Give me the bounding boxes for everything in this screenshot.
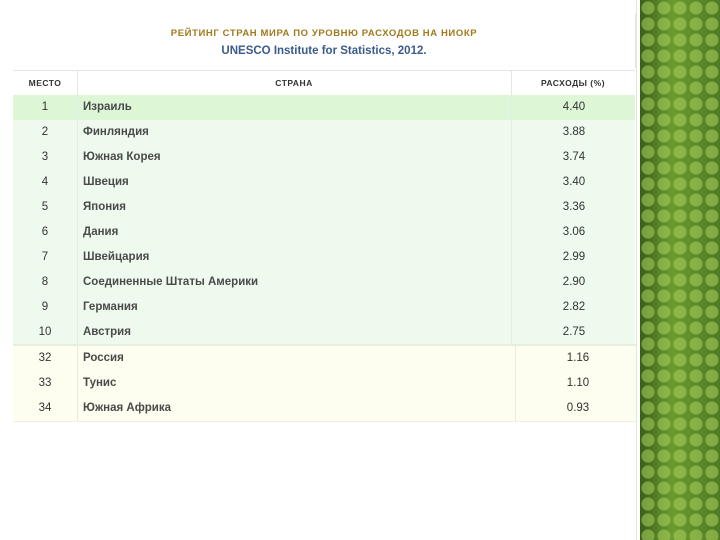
- group-separator: [13, 344, 639, 346]
- rank-cell: 7: [13, 245, 78, 270]
- rank-cell: 8: [13, 270, 78, 295]
- country-cell: Соединенные Штаты Америки: [83, 276, 259, 288]
- rank-cell: 9: [13, 295, 78, 320]
- country-cell: Швеция: [83, 176, 129, 188]
- country-cell: Южная Африка: [83, 402, 172, 414]
- country-cell: Южная Корея: [83, 151, 161, 163]
- table-row: 8 Соединенные Штаты Америки 2.90: [13, 270, 635, 296]
- column-header-country: СТРАНА: [77, 71, 512, 95]
- table-row: 7 Швейцария 2.99: [13, 245, 635, 271]
- country-cell: Германия: [83, 301, 138, 313]
- country-cell: Швейцария: [83, 251, 150, 263]
- column-header-row: МЕСТО СТРАНА РАСХОДЫ (%): [13, 70, 635, 96]
- country-cell: Япония: [83, 201, 126, 213]
- table-title: РЕЙТИНГ СТРАН МИРА ПО УРОВНЮ РАСХОДОВ НА…: [170, 28, 478, 39]
- table-row: 32 Россия 1.16: [13, 346, 639, 372]
- rank-cell: 5: [13, 195, 78, 220]
- table-row: 2 Финляндия 3.88: [13, 120, 635, 146]
- spend-cell: 3.36: [511, 195, 636, 220]
- country-cell: Россия: [83, 352, 124, 364]
- spend-cell: 2.75: [511, 320, 636, 345]
- column-header-spend: РАСХОДЫ (%): [540, 78, 606, 88]
- rank-cell: 2: [13, 120, 78, 145]
- rank-cell: 10: [13, 320, 78, 345]
- rank-cell: 3: [13, 145, 78, 170]
- spend-cell: 2.99: [511, 245, 636, 270]
- table-row: 33 Тунис 1.10: [13, 371, 639, 397]
- rank-cell: 6: [13, 220, 78, 245]
- spend-cell: 2.90: [511, 270, 636, 295]
- table-row: 34 Южная Африка 0.93: [13, 396, 639, 422]
- table-row: 5 Япония 3.36: [13, 195, 635, 221]
- rank-cell: 34: [13, 396, 78, 421]
- spend-cell: 3.74: [511, 145, 636, 170]
- spend-cell: 3.06: [511, 220, 636, 245]
- table-sheet: РЕЙТИНГ СТРАН МИРА ПО УРОВНЮ РАСХОДОВ НА…: [13, 14, 639, 426]
- table-source: UNESCO Institute for Statistics, 2012.: [221, 45, 427, 57]
- country-cell: Израиль: [83, 101, 132, 113]
- spend-cell: 0.93: [515, 396, 640, 421]
- spend-cell: 1.16: [515, 346, 640, 371]
- decorative-side-band: [640, 0, 720, 540]
- table-row: 6 Дания 3.06: [13, 220, 635, 246]
- slide: РЕЙТИНГ СТРАН МИРА ПО УРОВНЮ РАСХОДОВ НА…: [0, 0, 720, 540]
- rank-cell: 32: [13, 346, 78, 371]
- rank-cell: 33: [13, 371, 78, 396]
- country-cell: Тунис: [83, 377, 117, 389]
- spend-cell: 1.10: [515, 371, 640, 396]
- rank-cell: 1: [13, 95, 78, 120]
- spend-cell: 4.40: [511, 95, 636, 120]
- table-row: 4 Швеция 3.40: [13, 170, 635, 196]
- column-header-rank: МЕСТО: [13, 71, 78, 95]
- table-row: 10 Австрия 2.75: [13, 320, 635, 346]
- rank-cell: 4: [13, 170, 78, 195]
- table-header: РЕЙТИНГ СТРАН МИРА ПО УРОВНЮ РАСХОДОВ НА…: [13, 14, 636, 68]
- table-row: 3 Южная Корея 3.74: [13, 145, 635, 171]
- country-cell: Финляндия: [83, 126, 149, 138]
- spend-cell: 3.88: [511, 120, 636, 145]
- spend-cell: 3.40: [511, 170, 636, 195]
- country-cell: Дания: [83, 226, 119, 238]
- spend-cell: 2.82: [511, 295, 636, 320]
- country-cell: Австрия: [83, 326, 131, 338]
- table-row: 1 Израиль 4.40: [13, 95, 635, 121]
- table-row: 9 Германия 2.82: [13, 295, 635, 321]
